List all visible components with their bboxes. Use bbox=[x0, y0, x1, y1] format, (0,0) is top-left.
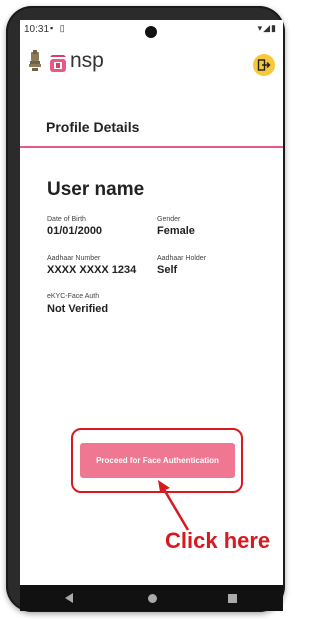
aadhaar-holder-value: Self bbox=[157, 264, 178, 276]
signal-battery-icons: ▾◢▮ bbox=[257, 23, 277, 33]
dob-label: Date of Birth bbox=[47, 216, 86, 223]
gender-value: Female bbox=[157, 225, 195, 237]
logout-icon bbox=[257, 59, 271, 71]
click-here-annotation: Click here bbox=[165, 528, 271, 553]
gender-label: Gender bbox=[157, 216, 181, 223]
aadhaar-holder-label: Aadhaar Holder bbox=[157, 255, 207, 262]
logo-text: nsp bbox=[70, 49, 104, 72]
ekyc-value: Not Verified bbox=[47, 303, 109, 315]
nsp-logo-mark bbox=[50, 55, 66, 72]
aadhaar-number-label: Aadhaar Number bbox=[47, 255, 101, 262]
aadhaar-number-value: XXXX XXXX 1234 bbox=[47, 264, 137, 276]
home-icon[interactable] bbox=[148, 594, 157, 603]
logout-button[interactable] bbox=[253, 54, 275, 76]
page-title: Profile Details bbox=[46, 119, 140, 135]
notification-icons: ▪ ▯ bbox=[50, 23, 67, 33]
phone-frame: 10:31 ▪ ▯ ▾◢▮ nsp Profile Details User n… bbox=[6, 6, 285, 612]
header-divider bbox=[20, 146, 283, 148]
ekyc-label: eKYC-Face Auth bbox=[47, 293, 100, 300]
app-screen: 10:31 ▪ ▯ ▾◢▮ nsp Profile Details User n… bbox=[20, 20, 283, 611]
proceed-face-auth-button[interactable]: Proceed for Face Authentication bbox=[80, 443, 235, 478]
camera-cutout bbox=[145, 26, 157, 38]
user-name: User name bbox=[47, 179, 145, 200]
status-time: 10:31 bbox=[24, 24, 50, 35]
nsp-logo: nsp bbox=[48, 49, 118, 73]
recents-icon[interactable] bbox=[228, 594, 237, 603]
dob-value: 01/01/2000 bbox=[47, 225, 103, 237]
emblem-icon bbox=[28, 50, 42, 72]
back-icon[interactable] bbox=[65, 593, 73, 603]
system-nav-bar bbox=[20, 585, 283, 611]
